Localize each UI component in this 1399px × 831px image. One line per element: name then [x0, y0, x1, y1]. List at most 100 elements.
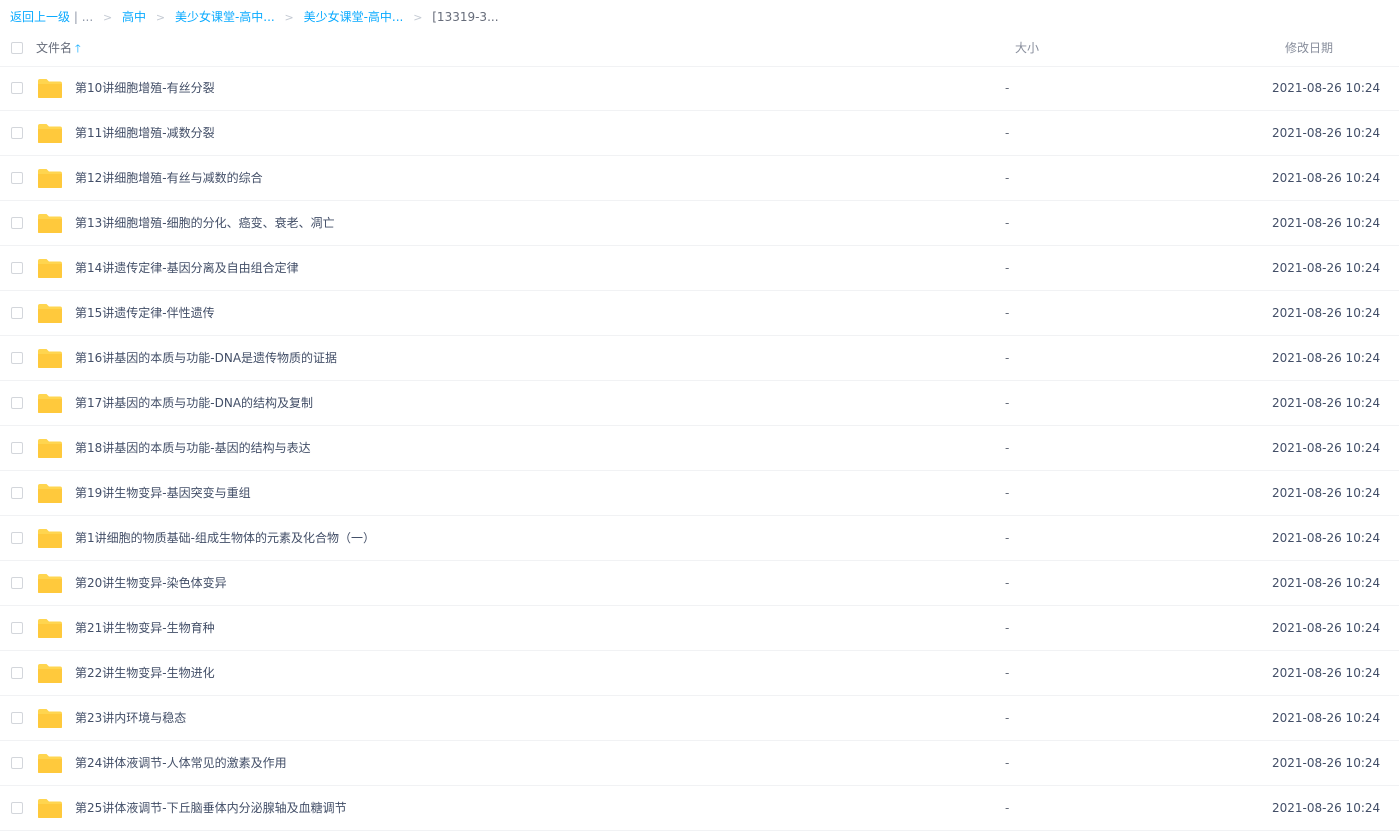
column-header-size[interactable]: 大小 [1015, 34, 1039, 62]
file-name[interactable]: 第25讲体液调节-下丘脑垂体内分泌腺轴及血糖调节 [75, 786, 347, 830]
file-date: 2021-08-26 10:24 [1272, 216, 1381, 230]
table-row[interactable]: 第1讲细胞的物质基础-组成生物体的元素及化合物（一） - 2021-08-26 10… [0, 516, 1399, 561]
folder-icon [37, 123, 63, 144]
row-checkbox[interactable] [11, 622, 23, 634]
file-date: 2021-08-26 10:24 [1272, 396, 1381, 410]
folder-icon [37, 168, 63, 189]
file-date: 2021-08-26 10:24 [1272, 621, 1381, 635]
row-checkbox[interactable] [11, 352, 23, 364]
table-row[interactable]: 第25讲体液调节-下丘脑垂体内分泌腺轴及血糖调节 - 2021-08-26 10:2… [0, 786, 1399, 831]
breadcrumb: 返回上一级 | ... > 高中 > 美少女课堂-高中... > 美少女课堂-高… [10, 0, 499, 34]
folder-icon [37, 348, 63, 369]
row-checkbox[interactable] [11, 532, 23, 544]
row-checkbox[interactable] [11, 667, 23, 679]
folder-icon [37, 753, 63, 774]
file-name[interactable]: 第16讲基因的本质与功能-DNA是遗传物质的证据 [75, 336, 337, 380]
file-name[interactable]: 第22讲生物变异-生物进化 [75, 651, 215, 695]
table-row[interactable]: 第12讲细胞增殖-有丝与减数的综合 - 2021-08-26 10:24 [0, 156, 1399, 201]
breadcrumb-divider: | [73, 10, 78, 24]
table-row[interactable]: 第24讲体液调节-人体常见的激素及作用 - 2021-08-26 10:24 [0, 741, 1399, 786]
row-checkbox[interactable] [11, 217, 23, 229]
file-name[interactable]: 第24讲体液调节-人体常见的激素及作用 [75, 741, 287, 785]
file-date: 2021-08-26 10:24 [1272, 171, 1381, 185]
file-date: 2021-08-26 10:24 [1272, 666, 1381, 680]
table-row[interactable]: 第10讲细胞增殖-有丝分裂 - 2021-08-26 10:24 [0, 66, 1399, 111]
folder-icon [37, 303, 63, 324]
table-row[interactable]: 第16讲基因的本质与功能-DNA是遗传物质的证据 - 2021-08-26 10:2… [0, 336, 1399, 381]
back-link[interactable]: 返回上一级 [10, 10, 70, 24]
folder-icon [37, 483, 63, 504]
file-name[interactable]: 第15讲遗传定律-伴性遗传 [75, 291, 215, 335]
folder-icon [37, 393, 63, 414]
table-row[interactable]: 第23讲内环境与稳态 - 2021-08-26 10:24 [0, 696, 1399, 741]
file-name[interactable]: 第20讲生物变异-染色体变异 [75, 561, 227, 605]
file-date: 2021-08-26 10:24 [1272, 801, 1381, 815]
folder-icon [37, 798, 63, 819]
file-size: - [1005, 531, 1010, 545]
file-size: - [1005, 306, 1010, 320]
file-date: 2021-08-26 10:24 [1272, 81, 1381, 95]
breadcrumb-current: [13319-3... [432, 10, 499, 24]
file-name[interactable]: 第13讲细胞增殖-细胞的分化、癌变、衰老、凋亡 [75, 201, 335, 245]
folder-icon [37, 213, 63, 234]
row-checkbox[interactable] [11, 262, 23, 274]
file-size: - [1005, 261, 1010, 275]
file-size: - [1005, 171, 1010, 185]
file-name[interactable]: 第17讲基因的本质与功能-DNA的结构及复制 [75, 381, 313, 425]
file-name[interactable]: 第19讲生物变异-基因突变与重组 [75, 471, 251, 515]
chevron-right-icon: > [413, 11, 423, 24]
table-row[interactable]: 第18讲基因的本质与功能-基因的结构与表达 - 2021-08-26 10:24 [0, 426, 1399, 471]
row-checkbox[interactable] [11, 172, 23, 184]
row-checkbox[interactable] [11, 397, 23, 409]
file-name[interactable]: 第10讲细胞增殖-有丝分裂 [75, 66, 215, 110]
breadcrumb-item-course-2[interactable]: 美少女课堂-高中... [304, 10, 404, 24]
file-list: 第10讲细胞增殖-有丝分裂 -2021-08-26 10:24 第11讲细胞增殖-减… [0, 66, 1399, 831]
file-name[interactable]: 第23讲内环境与稳态 [75, 696, 186, 740]
row-checkbox[interactable] [11, 127, 23, 139]
file-date: 2021-08-26 10:24 [1272, 576, 1381, 590]
table-row[interactable]: 第22讲生物变异-生物进化 - 2021-08-26 10:24 [0, 651, 1399, 696]
file-name[interactable]: 第1讲细胞的物质基础-组成生物体的元素及化合物（一） [75, 516, 375, 560]
breadcrumb-item-high-school[interactable]: 高中 [122, 10, 146, 24]
row-checkbox[interactable] [11, 307, 23, 319]
breadcrumb-item-course-1[interactable]: 美少女课堂-高中... [175, 10, 275, 24]
file-name[interactable]: 第11讲细胞增殖-减数分裂 [75, 111, 215, 155]
table-row[interactable]: 第17讲基因的本质与功能-DNA的结构及复制 - 2021-08-26 10:24 [0, 381, 1399, 426]
table-row[interactable]: 第11讲细胞增殖-减数分裂 - 2021-08-26 10:24 [0, 111, 1399, 156]
file-date: 2021-08-26 10:24 [1272, 441, 1381, 455]
row-checkbox[interactable] [11, 442, 23, 454]
row-checkbox[interactable] [11, 757, 23, 769]
table-row[interactable]: 第13讲细胞增殖-细胞的分化、癌变、衰老、凋亡 - 2021-08-26 10:24 [0, 201, 1399, 246]
arrow-up-icon[interactable]: 🡑 [75, 42, 81, 55]
breadcrumb-ellipsis[interactable]: ... [82, 10, 93, 24]
file-list-header: 文件名 🡑 大小 修改日期 [0, 34, 1399, 67]
file-size: - [1005, 756, 1010, 770]
select-all-checkbox[interactable] [11, 42, 23, 54]
folder-icon [37, 708, 63, 729]
file-date: 2021-08-26 10:24 [1272, 126, 1381, 140]
row-checkbox[interactable] [11, 487, 23, 499]
row-checkbox[interactable] [11, 712, 23, 724]
row-checkbox[interactable] [11, 802, 23, 814]
table-row[interactable]: 第19讲生物变异-基因突变与重组 - 2021-08-26 10:24 [0, 471, 1399, 516]
file-name[interactable]: 第21讲生物变异-生物育种 [75, 606, 215, 650]
file-date: 2021-08-26 10:24 [1272, 756, 1381, 770]
table-row[interactable]: 第21讲生物变异-生物育种 - 2021-08-26 10:24 [0, 606, 1399, 651]
file-name[interactable]: 第14讲遗传定律-基因分离及自由组合定律 [75, 246, 299, 290]
file-size: - [1005, 81, 1010, 95]
row-checkbox[interactable] [11, 577, 23, 589]
file-date: 2021-08-26 10:24 [1272, 711, 1381, 725]
column-header-name-label: 文件名 [36, 41, 73, 55]
file-date: 2021-08-26 10:24 [1272, 261, 1381, 275]
file-size: - [1005, 621, 1010, 635]
table-row[interactable]: 第15讲遗传定律-伴性遗传 - 2021-08-26 10:24 [0, 291, 1399, 336]
column-header-date[interactable]: 修改日期 [1285, 34, 1333, 62]
table-row[interactable]: 第14讲遗传定律-基因分离及自由组合定律 - 2021-08-26 10:24 [0, 246, 1399, 291]
file-size: - [1005, 801, 1010, 815]
row-checkbox[interactable] [11, 82, 23, 94]
file-name[interactable]: 第18讲基因的本质与功能-基因的结构与表达 [75, 426, 311, 470]
file-size: - [1005, 486, 1010, 500]
file-name[interactable]: 第12讲细胞增殖-有丝与减数的综合 [75, 156, 263, 200]
table-row[interactable]: 第20讲生物变异-染色体变异 - 2021-08-26 10:24 [0, 561, 1399, 606]
column-header-name[interactable]: 文件名 🡑 [36, 34, 81, 63]
